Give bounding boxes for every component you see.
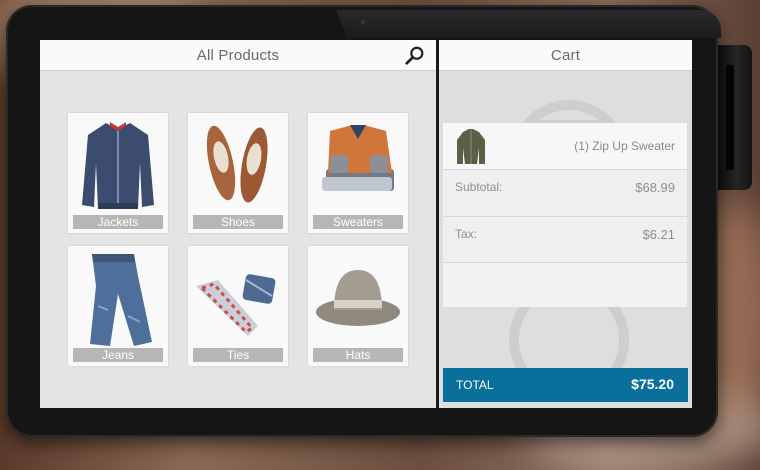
category-sweaters[interactable]: Sweaters <box>308 113 408 233</box>
card-reader <box>716 45 752 190</box>
category-label: Jeans <box>73 348 163 362</box>
sweater-thumbnail-icon <box>457 129 485 164</box>
tax-value: $6.21 <box>642 227 675 242</box>
category-label: Ties <box>193 348 283 362</box>
cart-panel: Cart (1) Zip Up Sweater Subtotal: $68.99… <box>439 40 692 408</box>
subtotal-label: Subtotal: <box>455 180 503 194</box>
category-shoes[interactable]: Shoes <box>188 113 288 233</box>
search-icon[interactable] <box>404 45 426 67</box>
total-label: TOTAL <box>456 378 494 392</box>
tax-row: Tax: $6.21 <box>443 216 687 263</box>
cart-item[interactable]: (1) Zip Up Sweater <box>443 123 687 169</box>
tablet-device: All Products Jackets Shoes Sweaters Jean… <box>6 5 721 437</box>
category-label: Shoes <box>193 215 283 229</box>
subtotal-value: $68.99 <box>635 180 675 195</box>
category-jeans[interactable]: Jeans <box>68 246 168 366</box>
total-button[interactable]: TOTAL $75.20 <box>443 368 688 402</box>
cart-empty-row <box>443 262 687 307</box>
cart-item-name: (1) Zip Up Sweater <box>574 139 675 153</box>
products-header: All Products <box>40 40 436 71</box>
category-ties[interactable]: Ties <box>188 246 288 366</box>
subtotal-row: Subtotal: $68.99 <box>443 169 687 216</box>
category-grid: Jackets Shoes Sweaters Jeans Ties Hats <box>68 113 408 371</box>
products-panel: All Products Jackets Shoes Sweaters Jean… <box>40 40 436 408</box>
cart-header: Cart <box>439 40 692 71</box>
device-bezel-highlight <box>336 10 721 38</box>
total-value: $75.20 <box>631 376 674 392</box>
camera-icon <box>361 20 365 24</box>
tax-label: Tax: <box>455 227 478 241</box>
category-label: Sweaters <box>313 215 403 229</box>
category-label: Hats <box>313 348 403 362</box>
pos-screen: All Products Jackets Shoes Sweaters Jean… <box>40 40 692 408</box>
category-hats[interactable]: Hats <box>308 246 408 366</box>
category-jackets[interactable]: Jackets <box>68 113 168 233</box>
products-title: All Products <box>196 46 280 64</box>
cart-title: Cart <box>550 46 581 64</box>
category-label: Jackets <box>73 215 163 229</box>
